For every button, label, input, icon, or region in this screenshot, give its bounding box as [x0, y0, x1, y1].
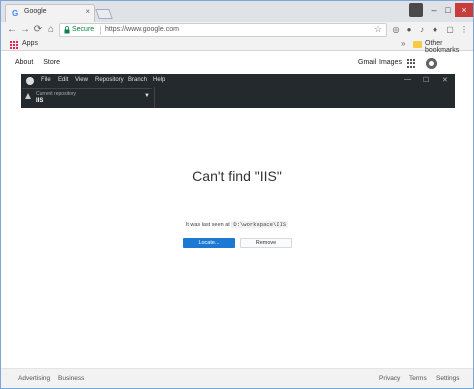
folder-icon — [413, 41, 422, 48]
extension-icon-3[interactable]: ♪ — [417, 25, 427, 35]
google-footer: Advertising Business Privacy Terms Setti… — [1, 368, 473, 388]
current-repository-selector[interactable]: Current repository IIS ▼ — [21, 87, 155, 108]
store-link[interactable]: Store — [43, 59, 60, 66]
minimize-button[interactable]: – — [427, 3, 441, 17]
repo-caption: Current repository — [36, 91, 77, 97]
maximize-button[interactable]: □ — [441, 3, 455, 17]
menu-branch[interactable]: Branch — [128, 77, 147, 83]
remove-button[interactable]: Remove — [240, 238, 292, 248]
last-seen-prefix: It was last seen at — [185, 222, 230, 228]
repo-divider — [22, 88, 152, 89]
menu-repository[interactable]: Repository — [95, 77, 124, 83]
gmail-link[interactable]: Gmail — [358, 59, 376, 66]
tab-google[interactable]: G Google × — [5, 4, 95, 22]
settings-link[interactable]: Settings — [436, 375, 460, 382]
bookmark-star-icon[interactable]: ☆ — [374, 24, 382, 35]
about-link[interactable]: About — [15, 59, 33, 66]
app-minimize-button[interactable]: — — [404, 76, 411, 83]
menu-edit[interactable]: Edit — [58, 77, 68, 83]
google-page: About Store Gmail Images File Edit View … — [1, 52, 473, 388]
back-icon[interactable]: ← — [6, 23, 18, 37]
apps-icon[interactable] — [10, 41, 18, 49]
last-seen-text: It was last seen at D:\workspace\IIS — [1, 221, 473, 228]
google-top-left-links: About Store — [15, 59, 68, 66]
tab-title: Google — [24, 8, 47, 15]
apps-bookmark[interactable]: Apps — [22, 40, 38, 47]
page-title: Can't find "IIS" — [192, 168, 282, 184]
tab-strip: G Google × – □ × — [1, 1, 473, 22]
menu-file[interactable]: File — [41, 77, 51, 83]
tab-close-icon[interactable]: × — [85, 7, 90, 16]
forward-icon[interactable]: → — [19, 23, 31, 37]
business-link[interactable]: Business — [58, 375, 84, 382]
extension-icon-4[interactable]: ♦ — [430, 25, 440, 35]
images-link[interactable]: Images — [379, 59, 402, 66]
bookmarks-overflow-icon[interactable]: » — [401, 39, 405, 48]
account-avatar[interactable] — [426, 58, 437, 69]
bookmarks-bar: Apps » Other bookmarks — [1, 39, 473, 54]
home-icon[interactable]: ⌂ — [45, 23, 57, 37]
new-tab-button[interactable] — [95, 9, 113, 19]
github-desktop-window: File Edit View Repository Branch Help — … — [21, 74, 455, 108]
url-text[interactable]: https://www.google.com — [105, 26, 179, 33]
repo-path: D:\workspace\IIS — [231, 221, 289, 228]
browser-toolbar: ← → ⟳ ⌂ Secure https://www.google.com ☆ … — [1, 22, 473, 39]
terms-link[interactable]: Terms — [409, 375, 427, 382]
google-favicon-icon: G — [12, 9, 19, 18]
lock-icon — [64, 26, 70, 34]
google-apps-icon[interactable] — [407, 59, 416, 68]
extension-icon-1[interactable]: ◎ — [391, 25, 401, 35]
repo-name: IIS — [36, 98, 44, 104]
advertising-link[interactable]: Advertising — [18, 375, 50, 382]
app-maximize-button[interactable]: ☐ — [423, 76, 429, 84]
github-logo-icon — [26, 77, 34, 85]
chevron-down-icon: ▼ — [144, 93, 150, 99]
menu-help[interactable]: Help — [153, 77, 165, 83]
extension-icon-2[interactable]: ● — [404, 25, 414, 35]
secure-label: Secure — [72, 26, 95, 33]
browser-window: G Google × – □ × ← → ⟳ ⌂ Secure https://… — [0, 0, 474, 389]
reload-icon[interactable]: ⟳ — [32, 23, 44, 37]
menu-view[interactable]: View — [75, 77, 88, 83]
omnibox-divider — [100, 26, 101, 35]
chrome-menu-icon[interactable]: ⋮ — [459, 25, 469, 35]
app-close-button[interactable]: ✕ — [442, 76, 448, 84]
repository-icon — [25, 93, 31, 99]
close-button[interactable]: × — [455, 3, 473, 17]
extension-icon-5[interactable]: ▢ — [445, 25, 455, 35]
profile-icon[interactable] — [409, 3, 423, 17]
address-bar[interactable]: Secure https://www.google.com ☆ — [59, 23, 387, 37]
privacy-link[interactable]: Privacy — [379, 375, 400, 382]
locate-button[interactable]: Locate... — [183, 238, 235, 248]
